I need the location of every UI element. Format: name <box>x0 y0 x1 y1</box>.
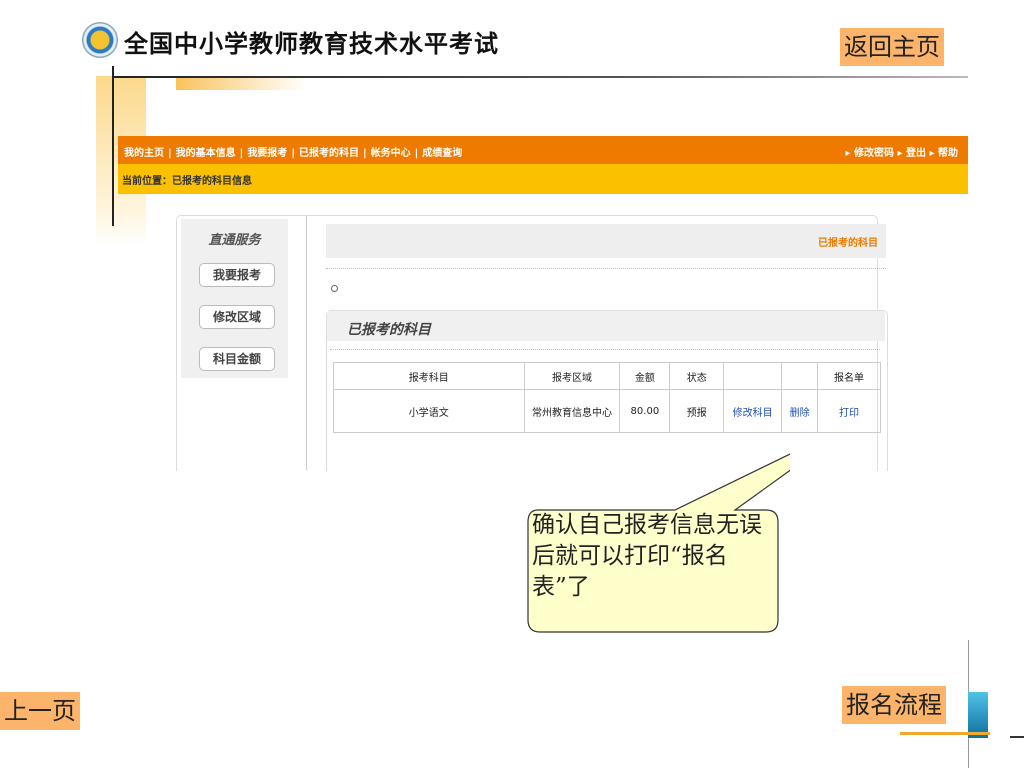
decorative-orange-line <box>900 732 990 735</box>
sidebar-service-panel: 直通服务 我要报考 修改区域 科目金额 <box>181 219 288 378</box>
nav-separator: | <box>239 148 244 159</box>
decorative-tick <box>1010 736 1024 738</box>
main-header-strip: 已报考的科目 <box>326 224 886 258</box>
registration-flow-button[interactable]: 报名流程 <box>842 686 946 724</box>
cell-subject: 小学语文 <box>333 389 525 433</box>
dotted-divider <box>326 268 886 269</box>
breadcrumb-bar: 当前位置：已报考的科目信息 <box>118 164 968 194</box>
exam-logo-icon <box>82 22 118 58</box>
arrow-right-icon: ▸ <box>929 148 935 159</box>
nav-link-home[interactable]: 我的主页 <box>124 148 164 159</box>
column-header-region: 报考区域 <box>523 362 621 390</box>
main-header-label: 已报考的科目 <box>818 238 878 249</box>
nav-link-register[interactable]: 我要报考 <box>247 148 287 159</box>
previous-page-button[interactable]: 上一页 <box>0 692 80 730</box>
nav-separator: | <box>168 148 172 159</box>
callout-text: 确认自己报考信息无误后就可以打印“报名表”了 <box>532 512 762 600</box>
vertical-divider <box>306 216 307 470</box>
sidebar-title: 直通服务 <box>208 233 261 248</box>
help-link[interactable]: 帮助 <box>938 148 958 159</box>
home-button[interactable]: 返回主页 <box>840 28 944 66</box>
column-header-subject: 报考科目 <box>333 362 525 390</box>
column-header-edit <box>723 362 783 390</box>
sidebar-button-register[interactable]: 我要报考 <box>199 263 275 287</box>
nav-links: 我的主页 | 我的基本信息 | 我要报考 | 已报考的科目 | 帐务中心 | 成绩查询 <box>124 144 462 159</box>
decorative-yellow-stripe <box>176 78 306 90</box>
breadcrumb: 当前位置：已报考的科目信息 <box>122 176 252 187</box>
circle-bullet-icon <box>331 285 338 292</box>
arrow-right-icon: ▸ <box>897 148 903 159</box>
nav-link-account-center[interactable]: 帐务中心 <box>371 148 411 159</box>
nav-right-links: ▸ 修改密码 ▸ 登出 ▸ 帮助 <box>845 144 958 159</box>
arrow-right-icon: ▸ <box>845 148 851 159</box>
nav-separator: | <box>414 148 419 159</box>
print-link[interactable]: 打印 <box>839 408 859 419</box>
sidebar-button-change-region[interactable]: 修改区域 <box>199 305 275 329</box>
delete-link[interactable]: 删除 <box>790 408 810 419</box>
slide-title: 全国中小学教师教育技术水平考试 <box>124 30 499 58</box>
column-header-form: 报名单 <box>817 362 881 390</box>
top-navigation-bar: 我的主页 | 我的基本信息 | 我要报考 | 已报考的科目 | 帐务中心 | 成绩查询 ▸ 修改密码… <box>118 136 968 164</box>
logout-link[interactable]: 登出 <box>906 148 926 159</box>
nav-link-score-query[interactable]: 成绩查询 <box>422 148 462 159</box>
subjects-section-header: 已报考的科目 <box>327 311 885 341</box>
nav-separator: | <box>291 148 295 159</box>
column-header-status: 状态 <box>669 362 725 390</box>
nav-link-registered-subjects[interactable]: 已报考的科目 <box>299 148 359 159</box>
column-header-delete <box>781 362 819 390</box>
section-title: 已报考的科目 <box>347 322 431 338</box>
nav-link-basic-info[interactable]: 我的基本信息 <box>176 148 236 159</box>
change-password-link[interactable]: 修改密码 <box>854 148 894 159</box>
table-header-row: 报考科目 报考区域 金额 状态 报名单 <box>333 362 881 390</box>
sidebar-button-subject-fees[interactable]: 科目金额 <box>199 347 275 371</box>
nav-separator: | <box>362 148 367 159</box>
title-divider-line <box>112 76 968 78</box>
left-vertical-line <box>112 66 114 226</box>
dotted-divider <box>330 349 880 350</box>
column-header-amount: 金额 <box>619 362 671 390</box>
